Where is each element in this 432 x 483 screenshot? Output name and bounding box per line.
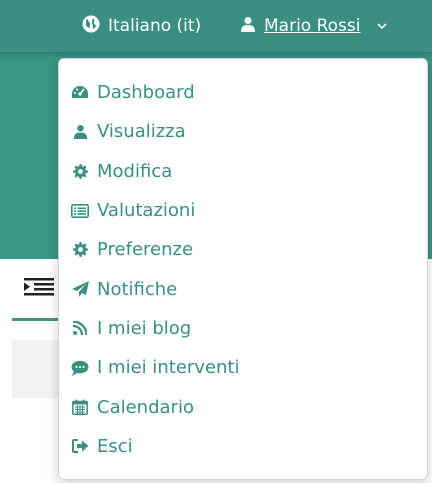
gear-icon [71, 162, 89, 180]
menu-item-esci[interactable]: Esci [59, 427, 427, 466]
chevron-down-icon[interactable] [375, 19, 389, 33]
menu-item-i-miei-blog[interactable]: I miei blog [59, 309, 427, 348]
indent-icon[interactable] [24, 278, 54, 296]
menu-item-label: I miei blog [97, 317, 192, 339]
user-name[interactable]: Mario Rossi [264, 16, 361, 36]
comment-icon [71, 359, 89, 377]
menu-item-dashboard[interactable]: Dashboard [59, 73, 427, 112]
menu-item-label: I miei interventi [97, 357, 240, 379]
content-placeholder [12, 340, 62, 398]
menu-item-visualizza[interactable]: Visualizza [59, 112, 427, 151]
menu-item-notifiche[interactable]: Notifiche [59, 269, 427, 308]
user-icon [240, 16, 256, 37]
menu-item-label: Calendario [97, 396, 194, 418]
menu-item-i-miei-interventi[interactable]: I miei interventi [59, 348, 427, 387]
language-selector[interactable]: Italiano (it) [82, 14, 201, 38]
gear-icon [71, 241, 89, 259]
user-dropdown-menu: Dashboard Visualizza Modifica Valutazion… [58, 58, 428, 480]
menu-item-label: Visualizza [97, 121, 186, 143]
menu-item-modifica[interactable]: Modifica [59, 152, 427, 191]
menu-item-label: Notifiche [97, 278, 178, 300]
dashboard-icon [71, 84, 89, 102]
menu-item-label: Valutazioni [97, 200, 196, 222]
language-label: Italiano (it) [108, 16, 202, 36]
menu-item-label: Dashboard [97, 82, 195, 104]
top-navbar: Italiano (it) Mario Rossi [0, 0, 432, 52]
globe-icon [82, 15, 100, 38]
sign-out-icon [71, 437, 89, 455]
menu-item-preferenze[interactable]: Preferenze [59, 230, 427, 269]
list-icon [71, 202, 89, 220]
menu-item-label: Preferenze [97, 239, 194, 261]
user-menu-toggle[interactable]: Mario Rossi [240, 14, 389, 38]
menu-item-label: Modifica [97, 160, 173, 182]
paper-plane-icon [71, 280, 89, 298]
menu-item-valutazioni[interactable]: Valutazioni [59, 191, 427, 230]
rss-icon [71, 319, 89, 337]
menu-item-label: Esci [97, 435, 133, 457]
calendar-icon [71, 398, 89, 416]
user-icon [71, 123, 89, 141]
menu-item-calendario[interactable]: Calendario [59, 387, 427, 426]
